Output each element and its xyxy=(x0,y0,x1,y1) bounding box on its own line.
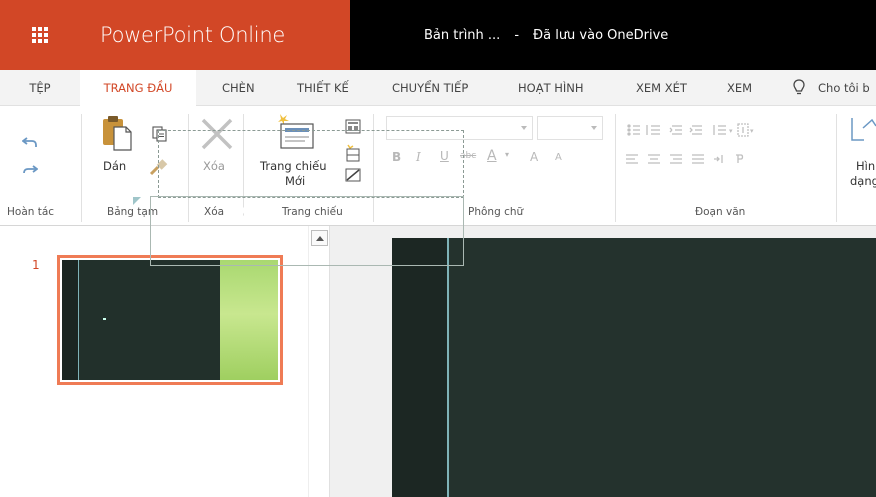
font-size-combo[interactable] xyxy=(537,116,603,140)
chevron-down-icon xyxy=(521,126,527,130)
selection-marker xyxy=(133,197,141,205)
subtitle-placeholder[interactable] xyxy=(158,130,464,198)
paste-button[interactable]: Dán xyxy=(103,159,126,173)
tab-insert[interactable]: CHÈN xyxy=(222,70,255,106)
ribbon-tabs: TỆP TRANG ĐẦU CHÈN THIẾT KẾ CHUYỂN TIẾP … xyxy=(0,70,876,107)
title-bar: PowerPoint Online Bản trình ... - Đã lưu… xyxy=(0,0,876,70)
slide-canvas[interactable] xyxy=(392,238,876,497)
title-text[interactable]: B xyxy=(228,202,247,232)
chevron-down-icon[interactable]: ▾ xyxy=(505,150,509,159)
group-divider xyxy=(81,114,82,222)
paragraph-tools: ▾ ▾ xyxy=(626,123,754,164)
slide-thumbnail-preview xyxy=(62,260,278,380)
chevron-down-icon xyxy=(591,126,597,130)
svg-text:▾: ▾ xyxy=(750,127,754,135)
svg-text:▾: ▾ xyxy=(729,127,733,135)
tab-review[interactable]: XEM XÉT xyxy=(636,70,687,106)
group-label-undo: Hoàn tác xyxy=(7,206,55,218)
font-color-button[interactable]: A xyxy=(487,148,497,164)
thumbnail-scrollbar[interactable] xyxy=(308,226,330,497)
app-launcher-button[interactable] xyxy=(0,0,80,70)
subtitle-text[interactable]: B xyxy=(158,177,464,187)
lightbulb-icon[interactable] xyxy=(793,79,805,97)
tab-transitions[interactable]: CHUYỂN TIẾP xyxy=(392,70,468,106)
shapes-icon[interactable] xyxy=(850,116,876,150)
document-name[interactable]: Bản trình ... xyxy=(424,28,500,43)
document-title[interactable]: Bản trình ... - Đã lưu vào OneDrive xyxy=(424,0,668,70)
tab-file[interactable]: TỆP xyxy=(0,70,80,106)
shrink-font-button[interactable]: A xyxy=(555,152,562,163)
paste-icon[interactable] xyxy=(101,114,133,152)
tab-view[interactable]: XEM xyxy=(727,70,752,106)
shapes-label-2[interactable]: dạng xyxy=(850,174,876,188)
undo-icon[interactable] xyxy=(22,135,38,149)
waffle-icon xyxy=(32,27,48,43)
title-separator: - xyxy=(514,27,520,43)
tab-animations[interactable]: HOẠT HÌNH xyxy=(518,70,584,106)
slide-thumbnail[interactable] xyxy=(57,255,283,385)
group-divider xyxy=(836,114,837,222)
save-status: Đã lưu vào OneDrive xyxy=(533,27,669,43)
tab-design[interactable]: THIẾT KẾ xyxy=(297,70,349,106)
group-label-font: Phông chữ xyxy=(468,206,524,218)
tab-home[interactable]: TRANG ĐẦU xyxy=(80,70,196,107)
group-label-paragraph: Đoạn văn xyxy=(695,206,746,218)
slide-number: 1 xyxy=(32,258,40,272)
title-placeholder[interactable] xyxy=(150,196,464,266)
app-name[interactable]: PowerPoint Online xyxy=(80,0,350,70)
grow-font-button[interactable]: A xyxy=(530,150,538,164)
tell-me-search[interactable]: Cho tôi b xyxy=(818,70,870,106)
redo-icon[interactable] xyxy=(22,161,38,175)
group-divider xyxy=(615,114,616,222)
shapes-label-1[interactable]: Hìn xyxy=(856,159,875,173)
